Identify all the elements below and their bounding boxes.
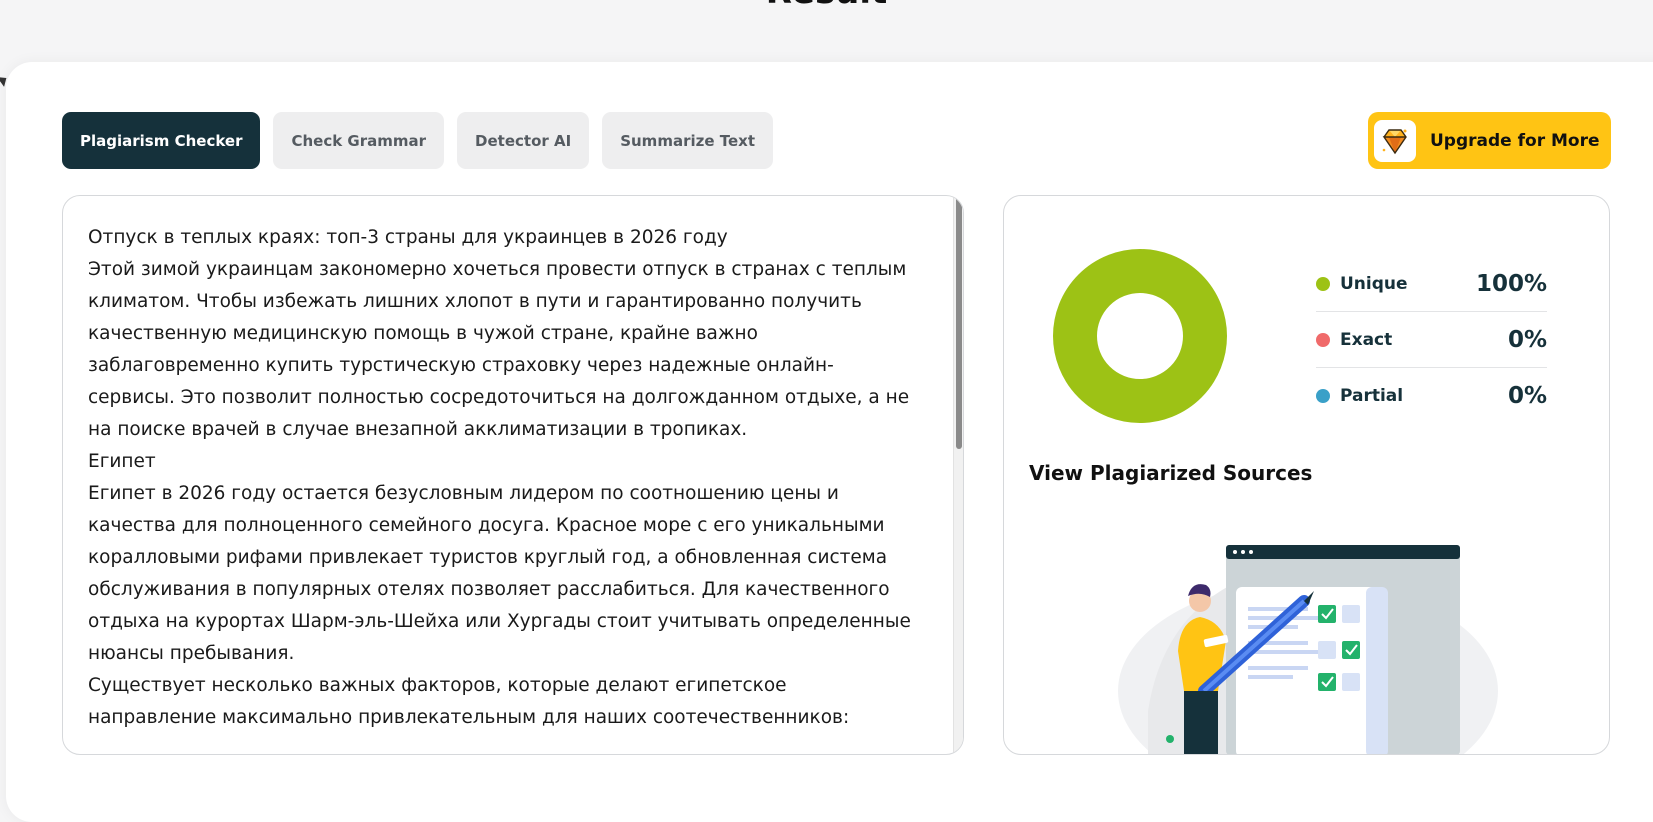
legend-row-partial: Partial 0% <box>1316 368 1547 424</box>
legend-label: Partial <box>1340 386 1404 406</box>
diamond-icon <box>1374 119 1416 162</box>
legend-row-unique: Unique 100% <box>1316 256 1547 312</box>
upgrade-label: Upgrade for More <box>1430 130 1600 151</box>
legend-value: 0% <box>1507 326 1547 353</box>
page-title: Result <box>0 0 1653 12</box>
editor-paragraph: Существует несколько важных факторов, ко… <box>88 675 850 728</box>
editor-scrollbar[interactable] <box>953 196 963 754</box>
tab-summarize-text[interactable]: Summarize Text <box>602 112 773 169</box>
legend-value: 0% <box>1507 383 1547 409</box>
legend-label: Exact <box>1340 329 1393 350</box>
upgrade-button[interactable]: Upgrade for More <box>1368 112 1611 169</box>
scrollbar-thumb[interactable] <box>956 196 962 449</box>
unique-dot-icon <box>1316 276 1330 291</box>
legend-value: 100% <box>1475 270 1547 297</box>
editor-paragraph: Египет <box>88 451 156 472</box>
tool-tabs: Plagiarism Checker Check Grammar Detecto… <box>62 112 773 169</box>
tab-check-grammar[interactable]: Check Grammar <box>273 112 445 169</box>
partial-dot-icon <box>1316 389 1330 403</box>
text-editor[interactable]: Отпуск в теплых краях: топ-3 страны для … <box>62 195 964 755</box>
legend: Unique 100% Exact 0% Partial 0% <box>1316 256 1547 424</box>
editor-paragraph: Египет в 2026 году остается безусловным … <box>88 483 911 664</box>
tab-plagiarism-checker[interactable]: Plagiarism Checker <box>62 112 261 169</box>
donut-chart <box>1053 249 1227 423</box>
exact-dot-icon <box>1316 332 1330 347</box>
editor-paragraph: Этой зимой украинцам закономерно хочетьс… <box>88 259 910 440</box>
legend-row-exact: Exact 0% <box>1316 312 1547 368</box>
legend-label: Unique <box>1340 273 1408 294</box>
tab-detector-ai[interactable]: Detector AI <box>457 112 590 169</box>
editor-content[interactable]: Отпуск в теплых краях: топ-3 страны для … <box>88 222 918 734</box>
donut-slice-unique <box>1053 249 1227 423</box>
editor-paragraph: Отпуск в теплых краях: топ-3 страны для … <box>88 227 728 248</box>
view-sources-link[interactable]: View Plagiarized Sources <box>1029 461 1312 485</box>
results-panel: Unique 100% Exact 0% Partial 0% View Pla… <box>1003 195 1610 755</box>
